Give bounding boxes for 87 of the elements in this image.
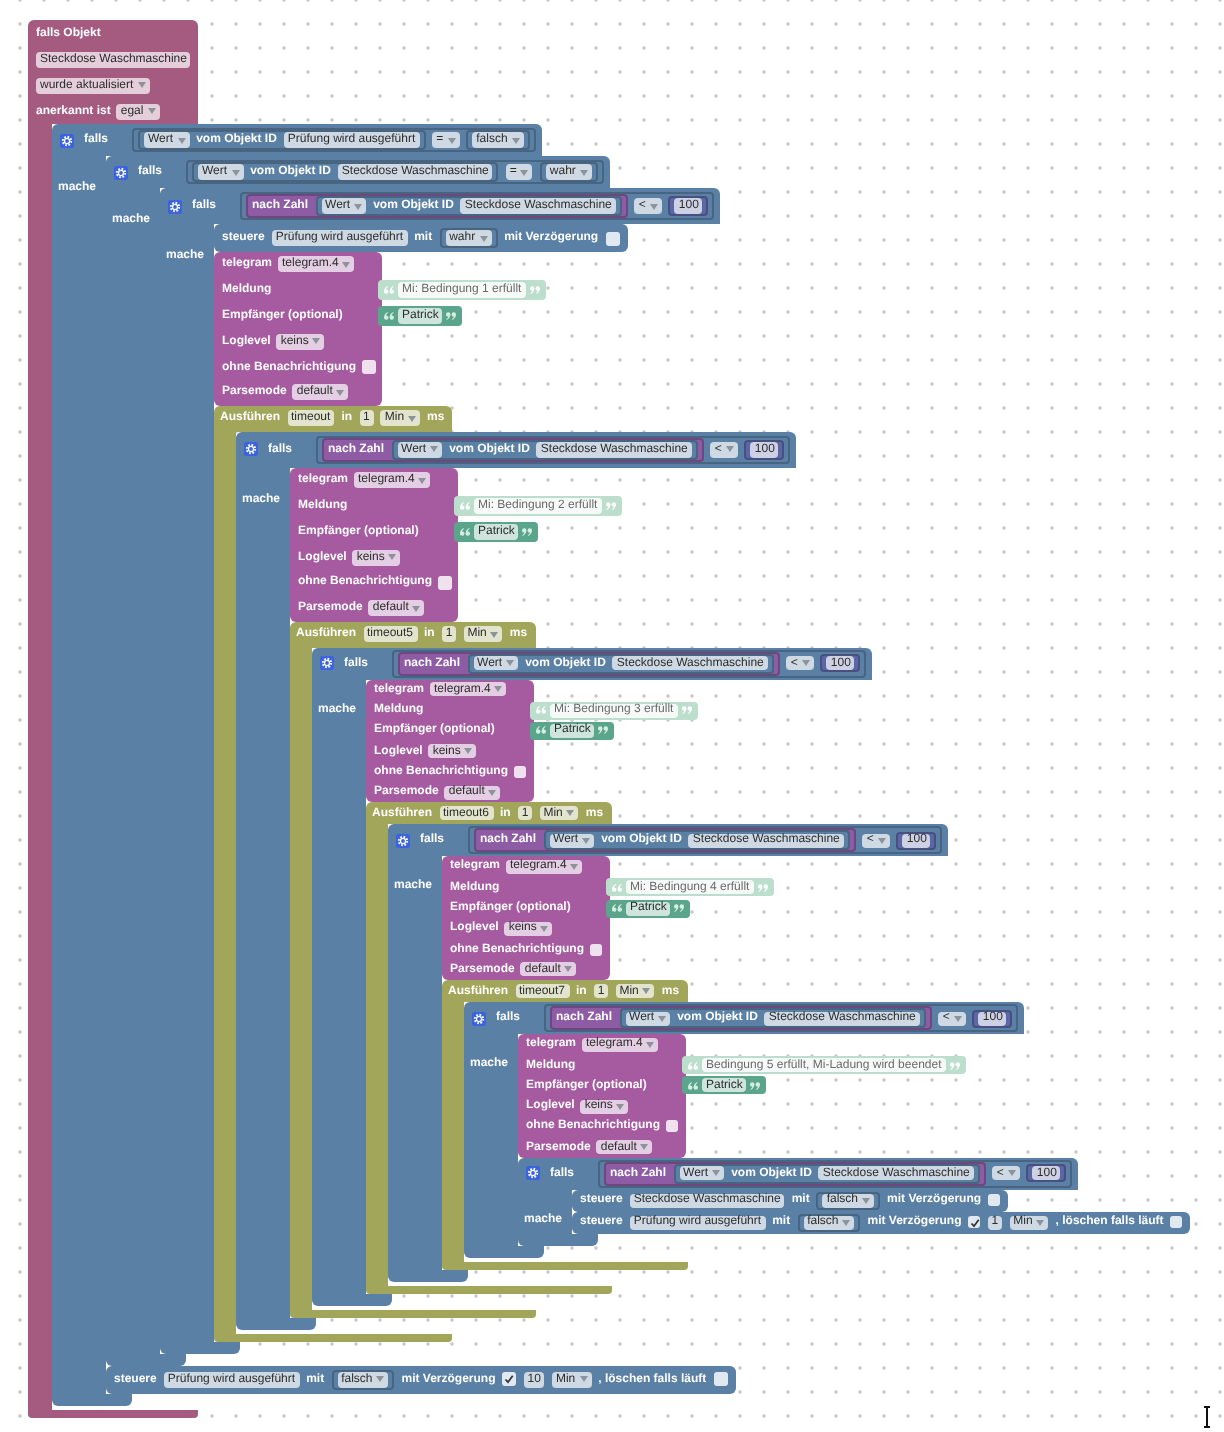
close-quote-icon xyxy=(674,904,685,913)
caret-icon xyxy=(342,261,351,268)
caret-icon xyxy=(447,137,456,143)
open-quote-icon xyxy=(460,527,470,536)
caret-icon xyxy=(646,1041,655,1048)
tick-icon xyxy=(969,1217,980,1228)
close-quote-icon xyxy=(949,1061,960,1070)
open-quote-icon xyxy=(384,311,394,320)
close-quote-icon xyxy=(681,706,692,714)
caret-icon xyxy=(511,137,520,143)
caret-icon xyxy=(506,660,515,667)
checkbox[interactable] xyxy=(590,943,603,956)
caret-icon xyxy=(862,1197,871,1204)
caret-icon xyxy=(494,686,503,693)
caret-icon xyxy=(376,1376,385,1383)
caret-icon xyxy=(570,863,579,870)
checkbox[interactable] xyxy=(713,1372,728,1387)
caret-icon xyxy=(336,389,345,396)
caret-icon xyxy=(725,446,734,453)
open-quote-icon xyxy=(460,501,470,510)
gear-icon[interactable] xyxy=(60,133,74,147)
open-quote-icon xyxy=(536,706,546,714)
close-quote-icon xyxy=(529,286,540,295)
caret-icon xyxy=(490,631,499,638)
open-quote-icon xyxy=(688,1061,698,1070)
caret-icon xyxy=(177,137,186,143)
caret-icon xyxy=(430,446,439,453)
caret-icon xyxy=(616,1103,625,1110)
open-quote-icon xyxy=(536,726,546,735)
caret-icon xyxy=(137,82,146,88)
caret-icon xyxy=(312,338,321,345)
open-quote-icon xyxy=(688,1081,698,1090)
caret-icon xyxy=(842,1219,851,1226)
close-quote-icon xyxy=(598,726,609,735)
checkbox[interactable] xyxy=(605,231,620,245)
caret-icon xyxy=(582,837,591,844)
gear-icon[interactable] xyxy=(114,165,128,179)
gear-icon[interactable] xyxy=(396,833,410,848)
caret-icon xyxy=(418,477,427,484)
checkbox[interactable] xyxy=(1170,1216,1183,1229)
caret-icon xyxy=(579,169,588,175)
gear-icon[interactable] xyxy=(320,656,334,671)
text-cursor-icon xyxy=(1204,1406,1210,1428)
caret-icon xyxy=(231,169,240,175)
caret-icon xyxy=(488,789,497,796)
close-quote-icon xyxy=(522,527,533,536)
caret-icon xyxy=(520,169,529,175)
caret-icon xyxy=(464,748,473,755)
checkbox[interactable] xyxy=(988,1194,1001,1207)
tick-icon xyxy=(504,1374,515,1385)
caret-icon xyxy=(877,837,886,844)
gear-icon[interactable] xyxy=(472,1011,486,1026)
checkbox[interactable] xyxy=(362,360,377,375)
caret-icon xyxy=(640,1144,649,1151)
caret-icon xyxy=(412,605,421,612)
close-quote-icon xyxy=(757,883,768,892)
caret-icon xyxy=(712,1170,721,1177)
caret-icon xyxy=(953,1015,962,1022)
caret-icon xyxy=(579,1376,588,1383)
caret-icon xyxy=(540,925,549,932)
checkbox[interactable] xyxy=(666,1120,679,1133)
open-quote-icon xyxy=(612,904,622,913)
caret-icon xyxy=(801,660,810,667)
close-quote-icon xyxy=(446,311,457,320)
gear-icon[interactable] xyxy=(244,442,258,457)
checkbox[interactable] xyxy=(438,575,453,590)
checkbox[interactable] xyxy=(514,765,527,778)
caret-icon xyxy=(566,810,575,817)
close-quote-icon xyxy=(605,501,616,510)
caret-icon xyxy=(388,554,397,561)
open-quote-icon xyxy=(384,286,394,295)
caret-icon xyxy=(642,988,651,995)
open-quote-icon xyxy=(612,883,622,892)
caret-icon xyxy=(1036,1219,1045,1226)
checkbox[interactable] xyxy=(968,1216,981,1229)
checkbox[interactable] xyxy=(502,1372,517,1387)
close-quote-icon xyxy=(750,1081,761,1090)
caret-icon xyxy=(1007,1170,1016,1177)
caret-icon xyxy=(564,966,573,973)
caret-icon xyxy=(649,203,658,209)
gear-icon[interactable] xyxy=(526,1166,540,1181)
caret-icon xyxy=(147,108,156,114)
caret-icon xyxy=(354,203,363,209)
caret-icon xyxy=(658,1015,667,1022)
caret-icon xyxy=(479,235,488,241)
gear-icon[interactable] xyxy=(168,199,182,213)
caret-icon xyxy=(408,415,417,422)
